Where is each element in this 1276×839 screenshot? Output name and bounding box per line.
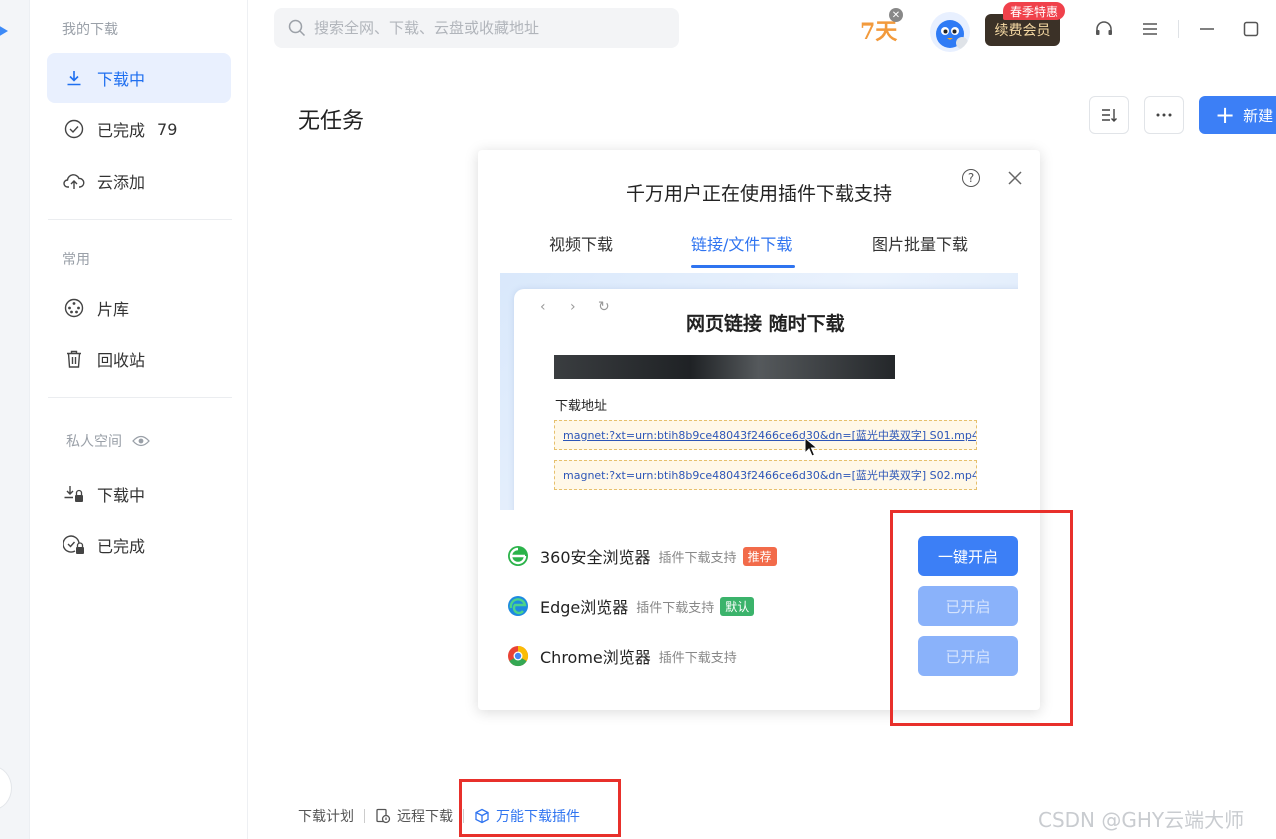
remote-download-link[interactable]: 远程下载 [397, 806, 453, 826]
plugin-cube-icon [475, 808, 489, 824]
completed-count: 79 [157, 119, 178, 139]
left-rail [0, 0, 30, 839]
section-common: 常用 [62, 252, 90, 268]
cursor-icon [804, 437, 819, 457]
minimize-icon[interactable] [1196, 18, 1218, 40]
active-tab-indicator [691, 265, 795, 268]
sidebar-item-label: 回收站 [97, 351, 146, 370]
download-icon [63, 67, 85, 89]
search-bar[interactable] [274, 8, 679, 48]
magnet-link: magnet:?xt=urn:btih8b9ce48043f2466ce6d30… [554, 460, 977, 490]
search-input[interactable] [314, 19, 674, 37]
sidebar-item-label: 已完成 [97, 537, 146, 556]
new-task-button[interactable]: + 新建 [1199, 96, 1276, 134]
app-logo-icon [0, 26, 8, 36]
sidebar: 我的下载 下载中 已完成 79 云添加 常用 片库 回收站 私人空间 下载中 已… [30, 0, 248, 839]
section-private-space: 私人空间 [66, 431, 150, 451]
sidebar-item-library[interactable]: 片库 [47, 283, 231, 333]
universal-plugin-link[interactable]: 万能下载插件 [496, 806, 580, 826]
search-icon [288, 19, 306, 37]
tab-image-batch-download[interactable]: 图片批量下载 [872, 231, 968, 255]
feature-preview: ‹ › ↻ 网页链接 随时下载 下载地址 magnet:?xt=urn:btih… [500, 273, 1018, 510]
sidebar-item-label: 已完成 [97, 121, 146, 140]
sidebar-item-private-completed[interactable]: 已完成 [47, 520, 231, 570]
more-icon [1156, 113, 1172, 117]
menu-icon[interactable] [1139, 18, 1161, 40]
help-icon[interactable]: ? [962, 169, 980, 187]
sidebar-item-label: 下载中 [97, 486, 146, 505]
browser-support-text: 插件下载支持 [636, 600, 715, 616]
new-task-label: 新建 [1243, 106, 1274, 125]
chrome-browser-icon [508, 645, 529, 667]
locked-download-icon [63, 483, 85, 505]
locked-check-icon [63, 534, 85, 556]
sidebar-item-private-downloading[interactable]: 下载中 [47, 469, 231, 519]
sidebar-item-label: 下载中 [97, 70, 146, 89]
tab-video-download[interactable]: 视频下载 [549, 231, 613, 255]
magnet-link: magnet:?xt=urn:btih8b9ce48043f2466ce6d30… [554, 420, 977, 450]
refresh-icon: ↻ [598, 299, 610, 315]
edge-browser-icon [508, 596, 528, 616]
sidebar-item-completed[interactable]: 已完成 79 [47, 104, 231, 154]
default-badge: 默认 [720, 596, 755, 616]
sidebar-item-label: 云添加 [97, 173, 146, 192]
sidebar-divider [48, 219, 232, 220]
check-circle-icon [63, 118, 85, 140]
dialog-title: 千万用户正在使用插件下载支持 [625, 183, 892, 205]
film-reel-icon [63, 297, 85, 319]
close-badge-icon[interactable]: ✕ [889, 8, 903, 22]
sort-icon [1102, 109, 1117, 122]
sidebar-item-downloading[interactable]: 下载中 [47, 53, 231, 103]
spring-sale-tag: 春季特惠 [1003, 2, 1066, 20]
footer-bar: 下载计划 远程下载 万能下载插件 [298, 805, 580, 827]
sidebar-item-label: 片库 [97, 300, 130, 319]
cloud-upload-icon [63, 170, 85, 192]
plus-icon: + [1215, 101, 1236, 129]
eye-icon[interactable] [132, 435, 150, 447]
forward-icon: › [570, 299, 576, 315]
trash-icon [63, 348, 85, 370]
more-button[interactable] [1144, 96, 1184, 134]
titlebar-separator [1178, 20, 1179, 38]
sidebar-item-trash[interactable]: 回收站 [47, 334, 231, 384]
browser-row-360: 360安全浏览器 插件下载支持 推荐 [506, 541, 777, 571]
preview-browser: ‹ › ↻ 网页链接 随时下载 下载地址 magnet:?xt=urn:btih… [514, 289, 1018, 510]
sidebar-divider [48, 397, 232, 398]
watermark: CSDN @GHY云端大师 [1038, 808, 1245, 832]
close-icon[interactable] [1005, 168, 1025, 188]
recommended-badge: 推荐 [742, 546, 777, 566]
url-label: 下载地址 [555, 399, 608, 414]
headset-icon[interactable] [1093, 18, 1115, 40]
sidebar-item-cloud-add[interactable]: 云添加 [47, 156, 231, 206]
browser-support-text: 插件下载支持 [658, 550, 737, 566]
section-private-label: 私人空间 [66, 434, 122, 450]
highlight-box-buttons [890, 510, 1073, 726]
download-plan-link[interactable]: 下载计划 [298, 806, 354, 826]
sort-button[interactable] [1089, 96, 1129, 134]
browser-name: Edge浏览器 [540, 598, 629, 617]
360-browser-icon [508, 546, 528, 566]
browser-name: 360安全浏览器 [540, 548, 651, 567]
avatar[interactable] [930, 12, 970, 52]
back-icon: ‹ [540, 299, 546, 315]
section-my-downloads: 我的下载 [62, 22, 118, 38]
browser-support-text: 插件下载支持 [658, 650, 737, 666]
video-thumbnail [554, 355, 895, 379]
app-window: 我的下载 下载中 已完成 79 云添加 常用 片库 回收站 私人空间 下载中 已… [0, 0, 1276, 839]
preview-headline: 网页链接 随时下载 [686, 313, 845, 335]
rail-bubble[interactable] [0, 766, 12, 810]
footer-separator [364, 809, 365, 823]
browser-row-chrome: Chrome浏览器 插件下载支持 [506, 641, 743, 671]
remote-download-icon [376, 808, 391, 824]
browser-name: Chrome浏览器 [540, 648, 651, 667]
tab-link-file-download[interactable]: 链接/文件下载 [691, 231, 792, 255]
footer-separator [463, 809, 464, 823]
page-title: 无任务 [298, 109, 365, 134]
browser-row-edge: Edge浏览器 插件下载支持 默认 [506, 591, 755, 621]
maximize-icon[interactable] [1240, 18, 1262, 40]
